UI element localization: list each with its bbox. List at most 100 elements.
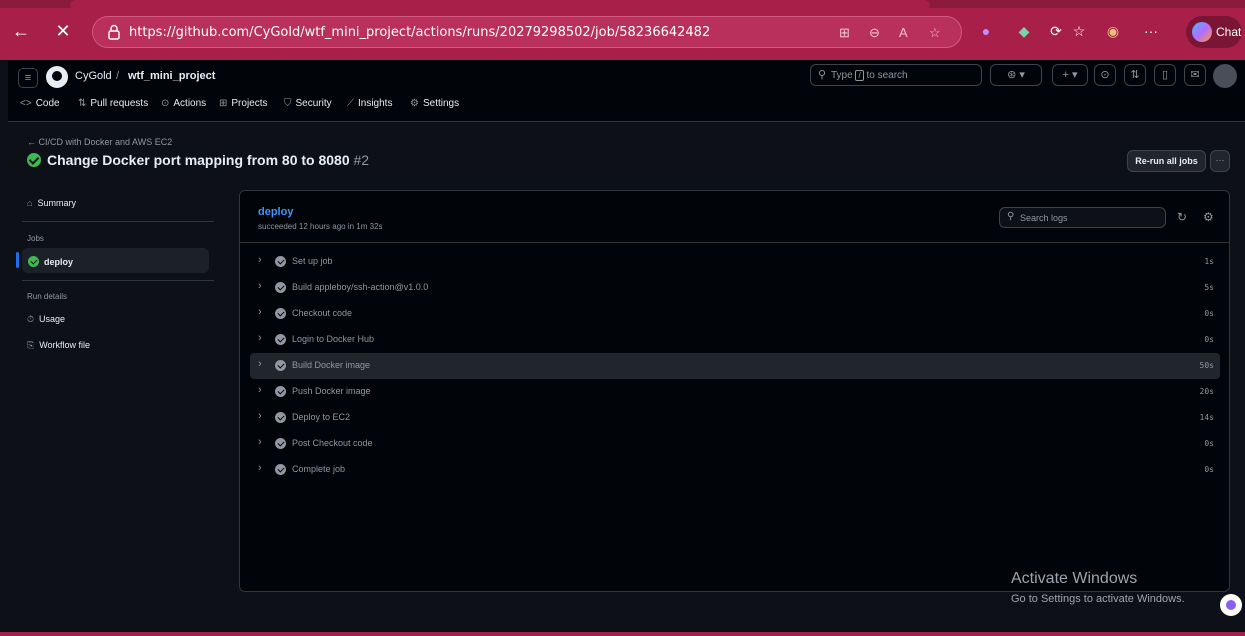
issues-icon[interactable]: ⊙ [1094,64,1116,86]
step-duration: 5s [1204,283,1214,292]
step-row[interactable]: › Complete job 0s [250,457,1220,483]
page-title: Change Docker port mapping from 80 to 80… [27,152,369,168]
tab-insights[interactable]: ⟋ Insights [347,98,392,109]
tab-pull-requests[interactable]: ⇅ Pull requests [78,98,148,109]
workflow-back-link[interactable]: ← CI/CD with Docker and AWS EC2 [27,137,172,147]
extension-brain-icon[interactable]: ● [974,19,998,43]
step-list: › Set up job 1s › Build appleboy/ssh-action… [250,249,1220,483]
step-row[interactable]: › Push Docker image 20s [250,379,1220,405]
sidebar-summary-label: Summary [37,198,76,208]
step-success-icon [275,334,286,345]
sidebar-run-details-heading: Run details [27,292,68,301]
sidebar-item-usage[interactable]: ⏱ Usage [27,314,65,325]
step-row[interactable]: › Deploy to EC2 14s [250,405,1220,431]
more-menu-icon[interactable]: ··· [1139,19,1163,43]
more-options-button[interactable]: ··· [1210,150,1230,172]
chevron-right-icon[interactable]: › [258,280,262,292]
tab-settings[interactable]: ⚙ Settings [410,98,459,109]
chevron-right-icon[interactable]: › [258,358,262,370]
copilot-menu-button[interactable]: ⊛ ▾ [990,64,1042,86]
refresh-icon[interactable]: ↻ [1177,210,1187,224]
step-row[interactable]: › Checkout code 0s [250,301,1220,327]
step-row[interactable]: › Set up job 1s [250,249,1220,275]
chevron-right-icon[interactable]: › [258,462,262,474]
chevron-right-icon[interactable]: › [258,384,262,396]
step-name: Deploy to EC2 [292,412,351,422]
extension-shield-icon[interactable]: ◆ [1012,19,1036,43]
inbox-icon[interactable]: ✉ [1184,64,1206,86]
tab-security[interactable]: ⛉ Security [284,98,332,109]
address-bar[interactable]: https://github.com/CyGold/wtf_mini_proje… [92,16,962,48]
step-row[interactable]: › Build Docker image 50s [250,353,1220,379]
step-name: Post Checkout code [292,438,373,448]
play-icon: ⊙ [161,98,170,109]
step-success-icon [275,308,286,319]
github-logo-icon[interactable] [46,66,68,88]
tab-actions[interactable]: ⊙ Actions [161,98,206,109]
chevron-right-icon[interactable]: › [258,306,262,318]
tab-settings-label: Settings [422,98,460,109]
extensions-puzzle-icon[interactable]: ⟳ [1044,19,1068,43]
tab-code-label: Code [35,98,60,109]
avatar[interactable] [1213,64,1237,88]
tab-projects-label: Projects [231,98,268,109]
activate-windows-subtitle: Go to Settings to activate Windows. [1011,593,1185,605]
sidebar-item-deploy[interactable]: deploy [28,256,73,267]
breadcrumb-repo[interactable]: wtf_mini_project [128,70,215,82]
gear-icon[interactable]: ⚙ [1203,210,1214,224]
favorite-star-icon[interactable]: ☆ [929,25,941,41]
breadcrumb-separator: / [116,70,120,82]
repositories-icon[interactable]: ▯ [1154,64,1176,86]
step-duration: 20s [1199,387,1214,396]
sidebar-selected-indicator [16,252,19,268]
copilot-chat-button[interactable]: Chat [1186,16,1242,48]
chevron-right-icon[interactable]: › [258,436,262,448]
zoom-icon[interactable]: ⊖ [869,25,880,41]
chevron-right-icon[interactable]: › [258,332,262,344]
hamburger-menu-icon[interactable]: ≡ [18,68,38,88]
lock-icon [108,24,120,40]
sidebar-divider [22,280,214,281]
chevron-right-icon[interactable]: › [258,254,262,266]
apps-icon[interactable]: ⊞ [839,25,850,41]
step-row[interactable]: › Build appleboy/ssh-action@v1.0.0 5s [250,275,1220,301]
run-number: #2 [353,152,370,168]
browser-toolbar: ← ✕ https://github.com/CyGold/wtf_mini_p… [0,0,1245,60]
back-icon[interactable]: ← [10,20,32,42]
tab-security-label: Security [295,98,332,109]
close-icon[interactable]: ✕ [52,20,74,42]
profile-icon[interactable]: ◉ [1101,19,1125,43]
tab-code[interactable]: <> Code [20,98,60,109]
chat-label: Chat [1216,25,1242,39]
read-aloud-icon[interactable]: A [899,25,908,40]
step-row[interactable]: › Post Checkout code 0s [250,431,1220,457]
sidebar-item-summary[interactable]: ⌂ Summary [27,198,76,208]
pull-requests-icon[interactable]: ⇅ [1124,64,1146,86]
step-success-icon [275,386,286,397]
sidebar-item-workflow-file[interactable]: ⎘ Workflow file [27,340,90,351]
step-row[interactable]: › Login to Docker Hub 0s [250,327,1220,353]
chevron-right-icon[interactable]: › [258,410,262,422]
pull-request-icon: ⇅ [78,98,87,109]
step-duration: 50s [1199,361,1214,370]
active-tab[interactable] [70,0,930,8]
step-duration: 14s [1199,413,1214,422]
tab-projects[interactable]: ⊞ Projects [219,98,268,109]
job-name[interactable]: deploy [258,206,293,218]
create-new-button[interactable]: + ▾ [1052,64,1088,86]
breadcrumb-owner[interactable]: CyGold [75,70,112,82]
search-logs-input[interactable]: ⚲ Search logs [999,207,1166,228]
floating-assistant-icon[interactable] [1220,594,1242,616]
github-header: ≡ CyGold / wtf_mini_project ⚲ Type / to … [8,60,1245,122]
sidebar-jobs-heading: Jobs [27,234,44,243]
step-duration: 1s [1204,257,1214,266]
window-bottom-border [0,632,1245,636]
step-duration: 0s [1204,309,1214,318]
favorites-icon[interactable]: ☆ [1067,19,1091,43]
home-icon: ⌂ [27,198,33,208]
search-input[interactable]: ⚲ Type / to search [810,64,982,86]
rerun-all-jobs-button[interactable]: Re-run all jobs [1127,150,1206,172]
step-duration: 0s [1204,465,1214,474]
code-icon: <> [20,98,32,109]
step-name: Push Docker image [292,386,371,396]
